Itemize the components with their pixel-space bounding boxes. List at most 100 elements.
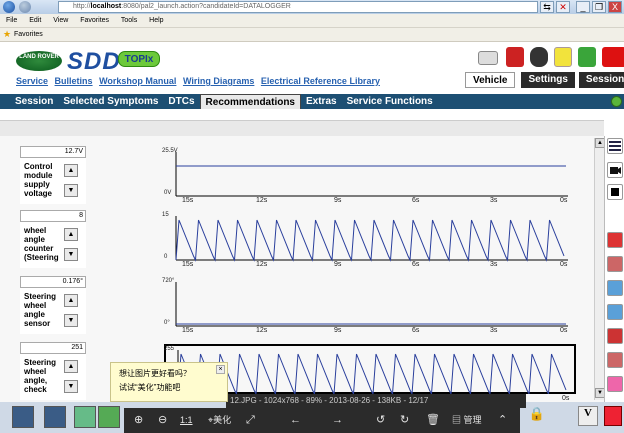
tab-dtcs[interactable]: DTCs bbox=[163, 94, 199, 109]
tab-extras[interactable]: Extras bbox=[301, 94, 342, 109]
signal-graph[interactable]: 720° 0° 15s 12s 9s 6s 3s 0s bbox=[162, 278, 576, 346]
stop-icon[interactable] bbox=[607, 184, 623, 200]
zoom-fit-icon[interactable] bbox=[607, 304, 623, 320]
forward-button[interactable] bbox=[19, 1, 31, 13]
zoom-in-button[interactable]: ⊕ bbox=[134, 413, 143, 428]
fullscreen-button[interactable]: ⤢ bbox=[246, 413, 255, 428]
menu-favorites[interactable]: Favorites bbox=[80, 17, 109, 24]
tab-recommendations[interactable]: Recommendations bbox=[199, 94, 301, 109]
favorites-button[interactable]: Favorites bbox=[14, 31, 43, 38]
move-up-button[interactable]: ▲ bbox=[64, 294, 78, 307]
parameter-label: Control module supply voltage bbox=[24, 162, 53, 198]
lock-icon[interactable]: 🔒 bbox=[528, 406, 546, 424]
viewer-tooltip: × 想让图片更好看吗？ 试试“美化”功能吧 bbox=[110, 362, 228, 402]
spacer bbox=[0, 109, 624, 120]
taskbar-app2-icon[interactable] bbox=[44, 406, 66, 428]
menu-view[interactable]: View bbox=[53, 17, 68, 24]
link-electrical-reference-library[interactable]: Electrical Reference Library bbox=[261, 76, 380, 86]
x-tick-label: 15s bbox=[182, 197, 194, 204]
close-button[interactable]: X bbox=[608, 1, 622, 13]
link-wiring-diagrams[interactable]: Wiring Diagrams bbox=[183, 76, 254, 86]
signal-graph[interactable]: 25.5V 0V 15s 12s 9s 6s 3s 0s bbox=[162, 148, 576, 216]
vin-icon[interactable]: V bbox=[578, 406, 598, 426]
x-tick-label: 0s bbox=[560, 261, 568, 268]
beautify-button[interactable]: ⌖美化 bbox=[208, 413, 231, 428]
zoom-out-button[interactable]: ⊖ bbox=[158, 413, 167, 428]
x-tick-label: 3s bbox=[490, 261, 498, 268]
tab-selected-symptoms[interactable]: Selected Symptoms bbox=[58, 94, 163, 109]
move-down-button[interactable]: ▼ bbox=[64, 380, 78, 393]
stop-button[interactable]: ✕ bbox=[556, 1, 570, 13]
move-down-button[interactable]: ▼ bbox=[64, 248, 78, 261]
minimize-button[interactable]: _ bbox=[576, 1, 590, 13]
move-up-button[interactable]: ▲ bbox=[64, 228, 78, 241]
tool-marker-icon[interactable] bbox=[607, 328, 623, 344]
graph-canvas bbox=[175, 152, 568, 197]
rotate-left-button[interactable]: ↺ bbox=[376, 413, 385, 428]
move-up-button[interactable]: ▲ bbox=[64, 360, 78, 373]
land-rover-logo: LAND ROVER bbox=[16, 51, 62, 71]
battery-icon[interactable] bbox=[478, 51, 498, 65]
delete-button[interactable]: 🗑 bbox=[426, 413, 440, 428]
graph-canvas bbox=[175, 282, 568, 327]
move-down-button[interactable]: ▼ bbox=[64, 314, 78, 327]
rotate-right-button[interactable]: ↻ bbox=[400, 413, 409, 428]
more-button[interactable]: ⌃ bbox=[498, 413, 507, 428]
menu-help[interactable]: Help bbox=[149, 17, 163, 24]
tab-sessions[interactable]: Sessions bbox=[578, 72, 624, 88]
sub-tab-bar: Session Selected Symptoms DTCs Recommendati… bbox=[0, 94, 624, 109]
datalogger-panel: 12.7V Control module supply voltage ▲ ▼ 8 whe… bbox=[0, 136, 604, 433]
record-camera-icon-glyph bbox=[610, 167, 621, 174]
link-service[interactable]: Service bbox=[16, 76, 48, 86]
close-icon[interactable]: × bbox=[216, 365, 225, 374]
taskbar-app4-icon[interactable] bbox=[98, 406, 120, 428]
previous-button[interactable]: ← bbox=[290, 413, 301, 428]
manage-button[interactable]: ▤ 管理 bbox=[452, 413, 482, 428]
vehicle-connect-icon[interactable] bbox=[506, 47, 524, 67]
parameter-card: 8 wheel angle counter (Steering ▲ ▼ bbox=[20, 210, 86, 268]
maximize-button[interactable]: ❐ bbox=[592, 1, 606, 13]
x-tick-label: 0s bbox=[560, 327, 568, 334]
graph-y-max: 720° bbox=[162, 278, 175, 284]
tool-settings-icon[interactable] bbox=[607, 376, 623, 392]
topix-logo[interactable]: TOPIx bbox=[118, 51, 160, 67]
parameter-label: wheel angle counter (Steering bbox=[24, 226, 59, 262]
x-tick-label: 3s bbox=[490, 197, 498, 204]
zoom-in-icon[interactable] bbox=[607, 280, 623, 296]
link-bulletins[interactable]: Bulletins bbox=[55, 76, 93, 86]
list-view-icon[interactable] bbox=[607, 138, 623, 154]
menu-file[interactable]: File bbox=[6, 17, 17, 24]
tab-session[interactable]: Session bbox=[10, 94, 58, 109]
menu-edit[interactable]: Edit bbox=[29, 17, 41, 24]
graph-y-min: 0° bbox=[164, 320, 170, 326]
taskbar-app3-icon[interactable] bbox=[74, 406, 96, 428]
printer-icon[interactable] bbox=[530, 47, 548, 67]
move-up-button[interactable]: ▲ bbox=[64, 164, 78, 177]
next-button[interactable]: → bbox=[332, 413, 343, 428]
header-toolbar bbox=[478, 47, 624, 69]
menu-tools[interactable]: Tools bbox=[121, 17, 137, 24]
exit-icon[interactable] bbox=[602, 47, 624, 67]
tab-service-functions[interactable]: Service Functions bbox=[342, 94, 438, 109]
go-icon[interactable] bbox=[611, 96, 622, 107]
tool-import-icon[interactable] bbox=[607, 256, 623, 272]
tab-settings[interactable]: Settings bbox=[521, 72, 575, 88]
tab-vehicle[interactable]: Vehicle bbox=[465, 72, 516, 88]
move-down-button[interactable]: ▼ bbox=[64, 184, 78, 197]
checklist-icon[interactable] bbox=[578, 47, 596, 67]
tool-export-icon[interactable] bbox=[607, 352, 623, 368]
url-field[interactable]: http://localhost:8080/pal2_launch.action… bbox=[58, 1, 538, 13]
url-prefix: http:// bbox=[73, 3, 91, 10]
tool-red-icon[interactable] bbox=[607, 232, 623, 248]
signal-graph[interactable]: 15 0 15s 12s 9s 6s 3s 0s bbox=[162, 212, 576, 280]
actual-size-button[interactable]: 1:1 bbox=[180, 413, 193, 428]
red-status-icon[interactable] bbox=[604, 406, 622, 426]
tooltip-line2[interactable]: 试试“美化”功能吧 bbox=[119, 381, 227, 395]
notes-icon[interactable] bbox=[554, 47, 572, 67]
vertical-scrollbar[interactable]: ▲ ▼ bbox=[594, 138, 605, 400]
record-camera-icon[interactable] bbox=[607, 162, 623, 178]
back-button[interactable] bbox=[3, 1, 15, 13]
taskbar-app1-icon[interactable] bbox=[12, 406, 34, 428]
refresh-button[interactable]: ⇆ bbox=[540, 1, 554, 13]
link-workshop-manual[interactable]: Workshop Manual bbox=[99, 76, 176, 86]
